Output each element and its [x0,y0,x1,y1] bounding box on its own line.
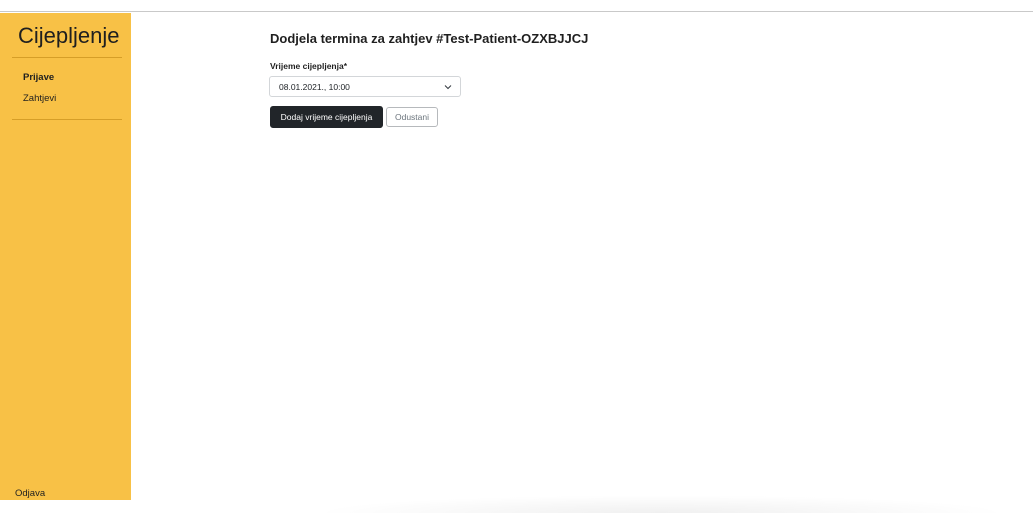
vaccination-time-label: Vrijeme cijepljenja* [270,61,347,71]
window-top-border [0,0,1033,12]
page-title: Dodjela termina za zahtjev #Test-Patient… [270,31,588,46]
bottom-shadow [311,495,1011,513]
add-vaccination-time-button[interactable]: Dodaj vrijeme cijepljenja [270,106,383,128]
cancel-button[interactable]: Odustani [386,107,438,127]
chevron-down-icon [444,83,452,91]
sidebar-divider-bottom [12,119,122,120]
sidebar-item-prijave[interactable]: Prijave [23,72,54,83]
sidebar-item-zahtjevi[interactable]: Zahtjevi [23,93,56,104]
vaccination-time-select[interactable]: 08.01.2021., 10:00 [269,76,461,97]
logout-link[interactable]: Odjava [15,488,45,499]
vaccination-time-selected-value: 08.01.2021., 10:00 [279,82,350,92]
main-content: Dodjela termina za zahtjev #Test-Patient… [131,13,1033,500]
app-brand[interactable]: Cijepljenje [18,23,120,49]
sidebar-divider-top [12,57,122,58]
sidebar: Cijepljenje Prijave Zahtjevi Odjava [0,13,131,500]
